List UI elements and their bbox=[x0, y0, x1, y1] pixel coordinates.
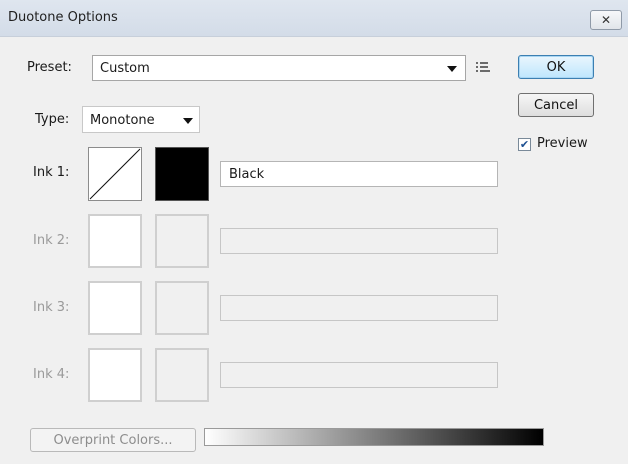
ink-1-name-value: Black bbox=[229, 167, 265, 182]
ink-1-name-field[interactable]: Black bbox=[220, 161, 498, 187]
ink-2-label: Ink 2: bbox=[33, 233, 70, 248]
duotone-curve-icon bbox=[89, 148, 141, 200]
preset-select[interactable]: Custom bbox=[92, 55, 466, 81]
ink-1-label: Ink 1: bbox=[33, 165, 70, 180]
dialog-title: Duotone Options bbox=[8, 10, 118, 25]
chevron-down-icon bbox=[447, 66, 457, 72]
cancel-button[interactable]: Cancel bbox=[518, 93, 594, 117]
title-bar: Duotone Options ✕ bbox=[0, 0, 628, 37]
ink-4-name-field[interactable] bbox=[220, 362, 498, 388]
ink-3-curve-button[interactable] bbox=[88, 281, 142, 335]
type-label: Type: bbox=[35, 112, 70, 127]
ink-4-curve-button[interactable] bbox=[88, 348, 142, 402]
preview-label: Preview bbox=[537, 136, 588, 151]
ink-1-color-swatch[interactable] bbox=[155, 147, 209, 201]
preset-value: Custom bbox=[100, 61, 150, 76]
checkmark-icon: ✔ bbox=[519, 138, 530, 151]
ink-2-curve-button[interactable] bbox=[88, 214, 142, 268]
chevron-down-icon bbox=[183, 118, 193, 124]
ink-1-curve-button[interactable] bbox=[88, 147, 142, 201]
gradient-ramp bbox=[204, 428, 544, 446]
ink-2-color-swatch[interactable] bbox=[155, 214, 209, 268]
preview-checkbox[interactable]: ✔ bbox=[518, 138, 531, 151]
ink-4-color-swatch[interactable] bbox=[155, 348, 209, 402]
ink-3-label: Ink 3: bbox=[33, 300, 70, 315]
close-button[interactable]: ✕ bbox=[590, 10, 622, 30]
ink-4-label: Ink 4: bbox=[33, 367, 70, 382]
ink-2-name-field[interactable] bbox=[220, 228, 498, 254]
close-icon: ✕ bbox=[600, 13, 612, 27]
type-select[interactable]: Monotone bbox=[82, 106, 200, 133]
preset-options-menu-icon[interactable] bbox=[476, 62, 490, 74]
overprint-colors-button[interactable]: Overprint Colors... bbox=[30, 428, 196, 452]
ink-3-color-swatch[interactable] bbox=[155, 281, 209, 335]
ok-button[interactable]: OK bbox=[518, 55, 594, 79]
ink-3-name-field[interactable] bbox=[220, 295, 498, 321]
duotone-options-dialog: Duotone Options ✕ Preset: Custom OK Canc… bbox=[0, 0, 628, 464]
preset-label: Preset: bbox=[27, 60, 72, 75]
type-value: Monotone bbox=[90, 113, 155, 128]
